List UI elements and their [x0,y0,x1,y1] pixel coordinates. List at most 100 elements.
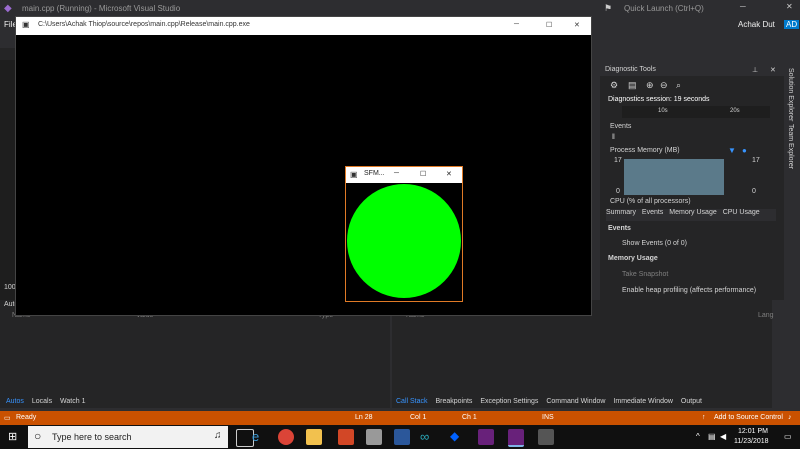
tab-command-window[interactable]: Command Window [546,398,605,405]
tab-events[interactable]: Events [642,209,663,216]
gc-marker-icon: ● [742,146,747,155]
tab-call-stack[interactable]: Call Stack [396,398,428,405]
dropbox-icon[interactable]: ◆ [450,429,466,445]
infinity-app-icon[interactable]: ∞ [420,429,436,445]
vs-logo-icon: ◆ [4,3,12,14]
taskbar-search[interactable]: ○ Type here to search ♫ [28,426,228,448]
powerpoint-icon[interactable] [338,429,354,445]
settings-gear-icon[interactable]: ⚙ [610,80,618,91]
timeline-20s: 20s [730,108,740,114]
select-tools-icon[interactable]: ▤ [628,80,637,91]
user-name[interactable]: Achak Dut [738,20,775,29]
volume-icon[interactable]: ◀ [720,432,726,441]
diag-tabs: Summary Events Memory Usage CPU Usage [606,209,776,221]
panel-close-icon[interactable]: ✕ [770,66,776,74]
status-ch: Ch 1 [462,414,477,421]
sfml-window[interactable]: ▣ SFM... ─ ☐ ✕ [345,166,463,302]
console-titlebar[interactable]: ▣ C:\Users\Achak Thiop\source\repos\main… [16,17,591,35]
tray-chevron-icon[interactable]: ^ [696,432,700,441]
timeline-ruler[interactable]: 10s 20s [622,106,770,118]
clock-time[interactable]: 12:01 PM [738,428,768,435]
chrome-icon[interactable] [278,429,294,445]
callstack-col-lang[interactable]: Lang [758,312,774,319]
status-ready: Ready [16,414,37,421]
snapshot-marker-icon: ▼ [728,146,736,155]
console-window[interactable]: ▣ C:\Users\Achak Thiop\source\repos\main… [15,16,592,316]
network-icon[interactable]: ▤ [708,432,716,441]
sfml-close-button[interactable]: ✕ [446,170,452,178]
tab-exception-settings[interactable]: Exception Settings [480,398,538,405]
console-app-icon: ▣ [22,20,30,29]
sfml-minimize-button[interactable]: ─ [394,170,399,177]
console-minimize-button[interactable]: ─ [514,21,519,28]
team-explorer-tab[interactable]: Team Explorer [787,124,794,169]
console-title: C:\Users\Achak Thiop\source\repos\main.c… [38,21,250,28]
solution-explorer-tab[interactable]: Solution Explorer [787,68,794,121]
source-control-icon: ↑ [702,414,706,421]
notification-bell-icon[interactable]: ♪ [788,414,792,421]
tab-cpu-usage[interactable]: CPU Usage [723,209,760,216]
vs-close-button[interactable]: ✕ [786,2,793,11]
user-avatar[interactable]: AD [784,20,800,29]
process-memory-label[interactable]: Process Memory (MB) [610,147,680,154]
notifications-flag-icon[interactable]: ⚑ [604,3,612,14]
heap-profiling-checkbox[interactable]: Enable heap profiling (affects performan… [622,287,756,294]
status-col: Col 1 [410,414,427,421]
visual-studio-icon[interactable] [478,429,494,445]
summary-events-heading: Events [608,225,631,232]
reset-view-icon[interactable]: ⌕ [676,80,681,91]
tab-watch1[interactable]: Watch 1 [60,398,85,405]
status-icon: ▭ [4,415,11,422]
status-bar: ▭ Ready Ln 28 Col 1 Ch 1 INS ↑ Add to So… [0,411,800,425]
word-icon[interactable] [394,429,410,445]
memory-max-left: 17 [614,157,622,164]
callstack-panel: Name Lang Call Stack Breakpoints Excepti… [392,300,774,408]
panel-pin-icon[interactable]: ⊥ [752,66,758,74]
autos-panel: 100 % Autos Name Value Type Autos Locals… [0,284,390,408]
console-close-button[interactable]: ✕ [574,21,580,29]
vs-window-title: main.cpp (Running) - Microsoft Visual St… [22,4,181,13]
cpu-section-label[interactable]: CPU (% of all processors) [610,198,691,205]
diagnostics-session-label: Diagnostics session: 19 seconds [608,96,710,103]
pause-icon[interactable]: ‖ [612,134,615,141]
sfml-maximize-button[interactable]: ☐ [420,170,426,178]
file-explorer-icon[interactable] [306,429,322,445]
tab-memory-usage[interactable]: Memory Usage [669,209,716,216]
diagnostic-tools-panel: Diagnostic Tools ⊥ ✕ ⚙ ▤ ⊕ ⊖ ⌕ Diagnosti… [600,64,784,300]
store-icon[interactable] [366,429,382,445]
memory-max-right: 17 [752,157,760,164]
tab-summary[interactable]: Summary [606,209,636,216]
running-app-icon[interactable] [538,429,554,445]
visual-studio-icon-2[interactable] [508,429,524,447]
search-circle-icon: ○ [34,429,42,443]
memory-usage-heading: Memory Usage [608,255,658,262]
events-section-label[interactable]: Events [610,123,631,130]
console-maximize-button[interactable]: ☐ [546,21,552,29]
show-events-link[interactable]: Show Events (0 of 0) [622,240,687,247]
start-button[interactable]: ⊞ [8,430,17,443]
right-rail: Solution Explorer Team Explorer [784,64,800,408]
microphone-icon[interactable]: ♫ [214,430,222,441]
tab-autos[interactable]: Autos [6,398,24,405]
zoom-out-icon[interactable]: ⊖ [660,80,668,91]
memory-min-left: 0 [616,188,620,195]
quick-launch-search[interactable]: Quick Launch (Ctrl+Q) [624,4,704,13]
sfml-titlebar[interactable]: ▣ SFM... ─ ☐ ✕ [346,167,462,183]
take-snapshot-button[interactable]: Take Snapshot [622,271,668,278]
action-center-icon[interactable]: ▭ [784,432,792,441]
vs-minimize-button[interactable]: ─ [740,2,746,11]
tab-breakpoints[interactable]: Breakpoints [435,398,472,405]
diagnostic-tools-header: Diagnostic Tools ⊥ ✕ [600,64,784,76]
sfml-app-icon: ▣ [350,170,358,179]
tab-immediate-window[interactable]: Immediate Window [613,398,673,405]
add-to-source-control[interactable]: Add to Source Control [714,414,783,421]
memory-min-right: 0 [752,188,756,195]
tab-output[interactable]: Output [681,398,702,405]
status-line: Ln 28 [355,414,373,421]
zoom-in-icon[interactable]: ⊕ [646,80,654,91]
memory-graph-area[interactable] [624,159,724,195]
tab-locals[interactable]: Locals [32,398,52,405]
clock-date[interactable]: 11/23/2018 [734,438,769,445]
callstack-tabs: Call Stack Breakpoints Exception Setting… [396,398,708,405]
edge-icon[interactable]: e [252,429,268,445]
